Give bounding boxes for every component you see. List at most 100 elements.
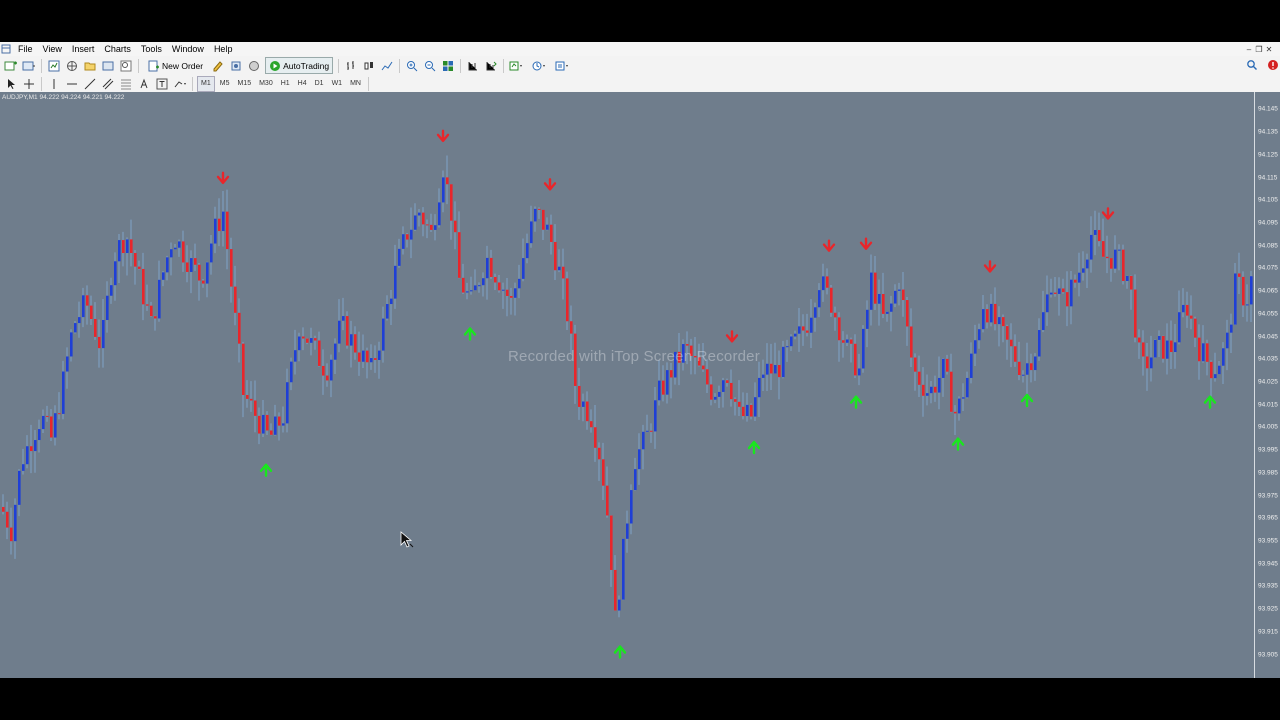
- price-label: 94.055: [1258, 310, 1278, 318]
- price-label: 94.005: [1258, 423, 1278, 431]
- strategy-tester-icon[interactable]: [118, 58, 134, 74]
- menu-file[interactable]: File: [13, 42, 38, 56]
- indicators-icon[interactable]: [508, 58, 524, 74]
- market-watch-icon[interactable]: [46, 58, 62, 74]
- bear-candle: [834, 312, 837, 318]
- bull-candle: [34, 440, 37, 452]
- bull-candle: [1070, 279, 1073, 307]
- bull-candle: [310, 338, 313, 343]
- bull-candle: [722, 380, 725, 392]
- candlestick-chart[interactable]: [0, 92, 1254, 678]
- bear-candle: [1018, 361, 1021, 376]
- menu-tools[interactable]: Tools: [136, 42, 167, 56]
- price-chart[interactable]: AUDJPY,M1 94.222 94.224 94.221 94.222 Re…: [0, 92, 1280, 678]
- bull-candle: [1042, 312, 1045, 331]
- data-window-icon[interactable]: [64, 58, 80, 74]
- notification-icon[interactable]: [1265, 57, 1280, 73]
- trendline-icon[interactable]: [82, 76, 98, 92]
- search-icon[interactable]: [1244, 57, 1260, 73]
- bear-candle: [150, 305, 153, 317]
- zoom-in-icon[interactable]: [404, 58, 420, 74]
- bear-candle: [742, 406, 745, 417]
- bull-candle: [114, 261, 117, 286]
- timeframe-h1[interactable]: H1: [278, 77, 293, 91]
- line-chart-icon[interactable]: [379, 58, 395, 74]
- bar-chart-icon[interactable]: [343, 58, 359, 74]
- menu-insert[interactable]: Insert: [67, 42, 100, 56]
- timeframe-h4[interactable]: H4: [295, 77, 310, 91]
- zoom-out-icon[interactable]: [422, 58, 438, 74]
- bull-candle: [118, 240, 121, 262]
- text-icon[interactable]: [136, 76, 152, 92]
- menu-view[interactable]: View: [38, 42, 67, 56]
- timeframe-m15[interactable]: M15: [234, 77, 254, 91]
- text-label-icon[interactable]: [154, 76, 170, 92]
- bull-candle: [798, 326, 801, 334]
- menu-help[interactable]: Help: [209, 42, 238, 56]
- bull-candle: [642, 431, 645, 450]
- minimize-icon[interactable]: –: [1244, 45, 1254, 54]
- bull-candle: [1166, 340, 1169, 359]
- arrows-icon[interactable]: [172, 76, 188, 92]
- tile-windows-icon[interactable]: [440, 58, 456, 74]
- bull-candle: [178, 241, 181, 248]
- bear-candle: [6, 511, 9, 528]
- bull-candle: [886, 311, 889, 314]
- bear-candle: [950, 371, 953, 412]
- candlesticks-icon[interactable]: [361, 58, 377, 74]
- bull-candle: [618, 599, 621, 611]
- autotrading-icon: [270, 60, 281, 71]
- profiles-icon[interactable]: [21, 58, 37, 74]
- bull-candle: [974, 340, 977, 354]
- price-axis[interactable]: 94.145 94.135 94.125 94.115 94.105 94.095 94.0…: [1254, 92, 1280, 678]
- periods-icon[interactable]: [531, 58, 547, 74]
- new-order-button[interactable]: New Order: [144, 57, 207, 74]
- menu-window[interactable]: Window: [167, 42, 209, 56]
- bull-candle: [1078, 272, 1081, 283]
- restore-icon[interactable]: ❐: [1254, 45, 1264, 54]
- navigator-icon[interactable]: [82, 58, 98, 74]
- new-order-icon: [148, 60, 159, 71]
- bull-candle: [274, 416, 277, 435]
- bull-candle: [878, 293, 881, 304]
- new-chart-icon[interactable]: [3, 58, 19, 74]
- chart-shift-icon[interactable]: [465, 58, 481, 74]
- horizontal-line-icon[interactable]: [64, 76, 80, 92]
- timeframe-w1[interactable]: W1: [329, 77, 346, 91]
- price-label: 94.105: [1258, 196, 1278, 204]
- market-icon[interactable]: [246, 58, 262, 74]
- timeframe-m30[interactable]: M30: [256, 77, 276, 91]
- fibonacci-icon[interactable]: [118, 76, 134, 92]
- bull-candle: [262, 414, 265, 434]
- sell-signal-arrow-icon: [859, 237, 873, 250]
- timeframe-mn[interactable]: MN: [347, 77, 364, 91]
- new-order-label: New Order: [162, 60, 204, 71]
- bear-candle: [306, 338, 309, 343]
- close-icon[interactable]: ✕: [1264, 45, 1274, 54]
- timeframe-m1[interactable]: M1: [197, 75, 215, 92]
- equidistant-channel-icon[interactable]: [100, 76, 116, 92]
- timeframe-m5[interactable]: M5: [217, 77, 233, 91]
- vertical-line-icon[interactable]: [46, 76, 62, 92]
- templates-icon[interactable]: [554, 58, 570, 74]
- signals-icon[interactable]: [228, 58, 244, 74]
- bear-candle: [494, 276, 497, 283]
- bear-candle: [1142, 342, 1145, 357]
- crosshair-icon[interactable]: [21, 76, 37, 92]
- menu-charts[interactable]: Charts: [99, 42, 136, 56]
- bear-candle: [254, 400, 257, 416]
- terminal-icon[interactable]: [100, 58, 116, 74]
- metaeditor-icon[interactable]: [210, 58, 226, 74]
- autoscroll-icon[interactable]: [483, 58, 499, 74]
- bull-candle: [158, 279, 161, 319]
- timeframe-d1[interactable]: D1: [312, 77, 327, 91]
- bear-candle: [1138, 337, 1141, 343]
- bull-candle: [474, 285, 477, 291]
- bull-candle: [846, 339, 849, 343]
- cursor-icon[interactable]: [3, 76, 19, 92]
- autotrading-button[interactable]: AutoTrading: [265, 57, 334, 74]
- bull-candle: [1202, 343, 1205, 362]
- buy-signal-arrow-icon: [1020, 393, 1034, 408]
- bull-candle: [522, 258, 525, 279]
- bull-candle: [398, 248, 401, 266]
